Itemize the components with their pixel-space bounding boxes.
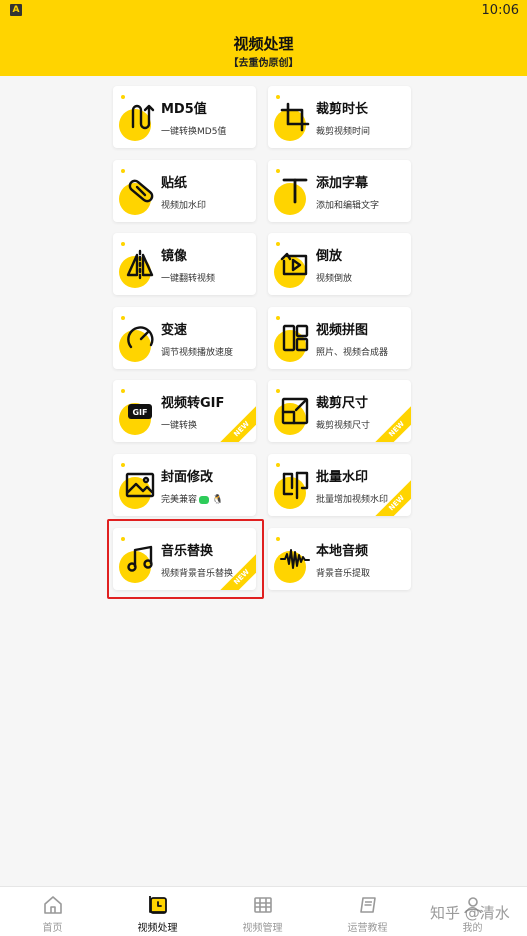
tab-label: 首页 [42,923,63,934]
card-subtitle: 裁剪视频时间 [316,127,371,137]
card-title: 镜像 [161,249,188,264]
card-subtitle: 视频倒放 [316,274,353,284]
sparkle-icon [121,95,125,99]
app-badge: A [10,4,22,16]
tool-card-mirror[interactable]: 镜像 一键翻转视频 [113,233,256,295]
card-subtitle: 批量增加视频水印 [316,495,389,505]
card-title: 贴纸 [161,176,188,191]
sparkle-icon [121,169,125,173]
card-title: 批量水印 [316,470,369,485]
svg-text:GIF: GIF [132,408,147,417]
card-subtitle: 一键转换 [161,421,198,431]
card-subtitle: 添加和编辑文字 [316,201,380,211]
tab-home[interactable]: 首页 [0,887,105,936]
wechat-icon [199,495,210,504]
card-subtitle: 一键翻转视频 [161,274,216,284]
sparkle-icon [121,463,125,467]
card-title: 变速 [161,323,188,338]
tool-card-cover-edit[interactable]: 封面修改 完美兼容 🐧 [113,454,256,516]
card-title: 裁剪时长 [316,102,369,117]
card-subtitle: 照片、视频合成器 [316,348,389,358]
tab-video-management[interactable]: 视频管理 [210,887,315,936]
card-title: 本地音频 [316,544,369,559]
tool-card-sticker[interactable]: 贴纸 视频加水印 [113,160,256,222]
tool-card-speed[interactable]: 变速 调节视频播放速度 [113,307,256,369]
sparkle-icon [276,169,280,173]
status-time: 10:06 [481,3,519,18]
sticker-icon [123,174,157,208]
card-title: MD5值 [161,102,207,117]
tool-card-local-audio[interactable]: 本地音频 背景音乐提取 [268,528,411,590]
page-title: 视频处理 [233,35,294,53]
qq-penguin-icon: 🐧 [212,494,224,505]
card-subtitle-text: 完美兼容 [161,495,198,505]
sparkle-icon [276,316,280,320]
home-icon [43,896,62,914]
film-icon [253,897,272,913]
header-bar: A 10:06 视频处理 【去重伪原创】 [0,0,527,76]
speedometer-icon [123,321,157,355]
collage-icon [278,321,312,355]
tool-card-crop-size[interactable]: 裁剪尺寸 裁剪视频尺寸 NEW [268,380,411,442]
tool-card-reverse[interactable]: 倒放 视频倒放 [268,233,411,295]
sparkle-icon [121,389,125,393]
tab-label: 视频处理 [137,923,178,934]
sparkle-icon [276,242,280,246]
video-edit-icon [148,896,167,914]
card-title: 倒放 [316,249,343,264]
tab-label: 运营教程 [347,923,388,934]
new-badge: NEW [370,402,411,442]
tool-card-video-to-gif[interactable]: GIF 视频转GIF 一键转换 NEW [113,380,256,442]
sparkle-icon [276,463,280,467]
tool-card-md5[interactable]: MD5值 一键转换MD5值 [113,86,256,148]
tab-label: 视频管理 [242,923,283,934]
text-icon [278,174,312,208]
tab-tutorials[interactable]: 运营教程 [315,887,420,936]
tab-video-processing[interactable]: 视频处理 [105,887,210,936]
page-subtitle: 【去重伪原创】 [228,58,299,69]
tool-card-collage[interactable]: 视频拼图 照片、视频合成器 [268,307,411,369]
sparkle-icon [121,316,125,320]
waveform-icon [278,542,312,576]
card-title: 添加字幕 [316,176,369,191]
card-subtitle: 裁剪视频尺寸 [316,421,371,431]
card-subtitle: 调节视频播放速度 [161,348,234,358]
sparkle-icon [276,95,280,99]
stamp-icon [278,468,312,502]
crop-icon [278,100,312,134]
resize-icon [278,394,312,428]
image-icon [123,468,157,502]
highlight-frame [107,519,264,599]
card-title: 视频转GIF [161,396,225,411]
md5-icon [123,100,157,134]
card-subtitle: 背景音乐提取 [316,569,371,579]
tool-card-batch-watermark[interactable]: 批量水印 批量增加视频水印 NEW [268,454,411,516]
reverse-play-icon [278,247,312,281]
card-title: 视频拼图 [316,323,369,338]
sparkle-icon [276,389,280,393]
sparkle-icon [121,242,125,246]
mirror-icon [123,247,157,281]
card-subtitle: 完美兼容 🐧 [161,492,224,506]
sparkle-icon [276,537,280,541]
card-title: 裁剪尺寸 [316,396,369,411]
card-subtitle: 视频加水印 [161,201,207,211]
tool-card-add-subtitle[interactable]: 添加字幕 添加和编辑文字 [268,160,411,222]
tool-card-trim-duration[interactable]: 裁剪时长 裁剪视频时间 [268,86,411,148]
gif-icon: GIF [123,394,157,428]
card-subtitle: 一键转换MD5值 [161,127,227,137]
card-title: 封面修改 [161,470,214,485]
watermark-text: 知乎 @清水 [430,904,510,922]
book-icon [359,897,376,913]
